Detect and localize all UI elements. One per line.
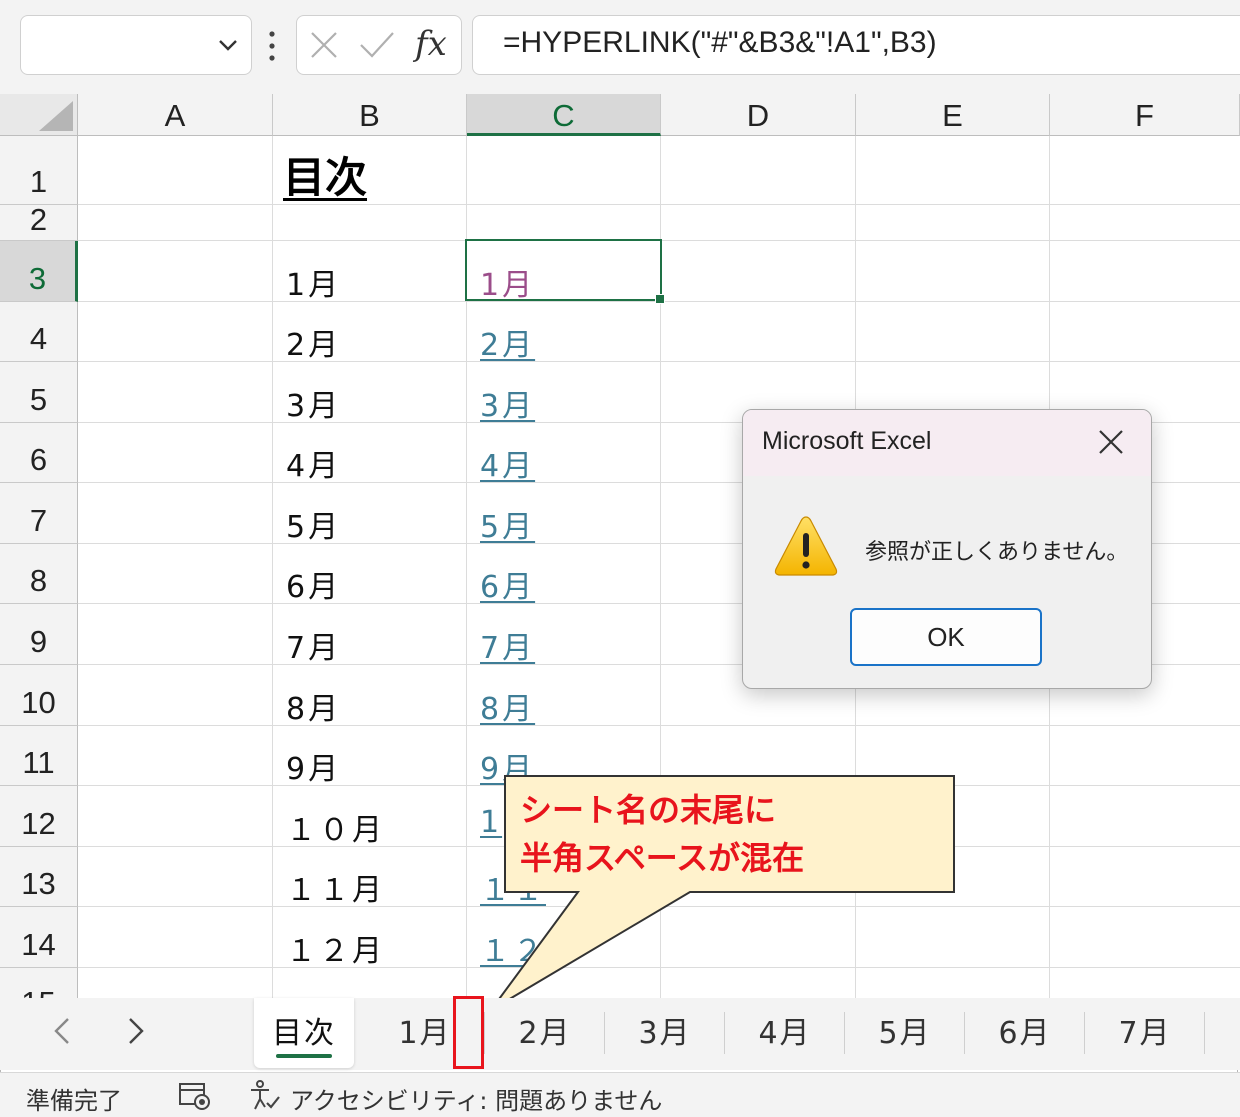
cancel-icon[interactable] [309, 30, 339, 60]
callout-line-2: 半角スペースが混在 [520, 839, 805, 877]
sheet-tabs-bar: 目次 1月 2月 3月 4月 5月 6月 7月 [0, 998, 1240, 1070]
row-header-10[interactable]: 10 [0, 665, 78, 726]
status-bar: 準備完了 アクセシビリティ: 問題ありません [0, 1072, 1240, 1117]
formula-text: =HYPERLINK("#"&B3&"!A1",B3) [503, 26, 937, 59]
hyperlink-c8[interactable]: 6月 [480, 562, 535, 606]
fill-handle[interactable] [655, 294, 665, 304]
dialog-message: 参照が正しくありません。 [865, 540, 1129, 565]
chevron-down-icon[interactable] [217, 34, 239, 56]
tab-separator [604, 1012, 605, 1054]
callout-text: シート名の末尾に 半角スペースが混在 [520, 786, 804, 882]
row-header-6[interactable]: 6 [0, 423, 78, 483]
active-tab-indicator [276, 1054, 332, 1058]
sheet-tab-feb[interactable]: 2月 [486, 998, 604, 1068]
tab-separator [1204, 1012, 1205, 1054]
hyperlink-c7[interactable]: 5月 [480, 502, 535, 546]
sheet-tab-jun[interactable]: 6月 [966, 998, 1084, 1068]
hyperlink-c5[interactable]: 3月 [480, 381, 535, 425]
sheet-tab-jul[interactable]: 7月 [1086, 998, 1204, 1068]
row-header-5[interactable]: 5 [0, 362, 78, 423]
gridline [78, 204, 1240, 205]
hyperlink-c9[interactable]: 7月 [480, 623, 535, 667]
close-icon[interactable] [1097, 428, 1125, 456]
row-header-15[interactable]: 15 [0, 968, 78, 998]
row-header-2[interactable]: 2 [0, 202, 78, 241]
trailing-space-highlight [453, 996, 484, 1069]
row-header-14[interactable]: 14 [0, 907, 78, 968]
gridline [272, 136, 273, 998]
cell-b5[interactable]: 3月 [286, 381, 341, 425]
cell-b7[interactable]: 5月 [286, 502, 341, 546]
warning-icon [774, 516, 838, 576]
cell-b10[interactable]: 8月 [286, 684, 341, 728]
error-dialog: Microsoft Excel 参照が正しくありません。 OK [742, 409, 1152, 689]
hyperlink-c11[interactable]: 9月 [480, 744, 535, 788]
gridline [78, 361, 1240, 362]
callout-line-1: シート名の末尾に [520, 791, 777, 829]
sheet-tab-may[interactable]: 5月 [846, 998, 964, 1068]
row-header-9[interactable]: 9 [0, 604, 78, 665]
row-header-1[interactable]: 1 [0, 136, 78, 205]
chevron-right-icon[interactable] [126, 1016, 146, 1046]
sheet-tab-toc[interactable]: 目次 [254, 998, 354, 1068]
tab-separator [484, 1012, 485, 1054]
tab-separator [964, 1012, 965, 1054]
formula-input[interactable]: =HYPERLINK("#"&B3&"!A1",B3) [472, 15, 1240, 75]
select-all-corner[interactable] [0, 94, 78, 136]
row-header-11[interactable]: 11 [0, 726, 78, 786]
row-header-8[interactable]: 8 [0, 544, 78, 604]
cell-b9[interactable]: 7月 [286, 623, 341, 667]
row-header-7[interactable]: 7 [0, 483, 78, 544]
cell-b11[interactable]: 9月 [286, 744, 341, 788]
macro-recording-icon[interactable] [178, 1081, 212, 1111]
cell-b6[interactable]: 4月 [286, 441, 341, 485]
dialog-title: Microsoft Excel [762, 427, 932, 455]
column-header-d[interactable]: D [661, 94, 856, 136]
chevron-left-icon[interactable] [52, 1016, 72, 1046]
toc-title-cell[interactable]: 目次 [283, 144, 367, 205]
tab-separator [844, 1012, 845, 1054]
row-header-3[interactable]: 3 [0, 241, 78, 302]
cell-b12[interactable]: １０月 [286, 805, 385, 849]
column-header-b[interactable]: B [273, 94, 467, 136]
formula-bar: fx =HYPERLINK("#"&B3&"!A1",B3) [0, 0, 1240, 94]
gridline [78, 906, 1240, 907]
ok-button[interactable]: OK [850, 608, 1042, 666]
accessibility-icon[interactable] [248, 1079, 282, 1113]
insert-function-button[interactable]: fx [415, 24, 447, 64]
hyperlink-c6[interactable]: 4月 [480, 441, 535, 485]
cell-b14[interactable]: １２月 [286, 926, 385, 970]
hyperlink-c10[interactable]: 8月 [480, 684, 535, 728]
column-header-e[interactable]: E [856, 94, 1050, 136]
sheet-tab-mar[interactable]: 3月 [606, 998, 724, 1068]
sheet-tab-apr[interactable]: 4月 [726, 998, 844, 1068]
cell-b13[interactable]: １１月 [286, 865, 385, 909]
column-header-a[interactable]: A [78, 94, 273, 136]
column-header-c[interactable]: C [467, 94, 661, 136]
cell-b4[interactable]: 2月 [286, 320, 341, 364]
hyperlink-c14[interactable]: １２ [480, 926, 546, 970]
tab-separator [1084, 1012, 1085, 1054]
row-header-4[interactable]: 4 [0, 302, 78, 362]
status-ready: 準備完了 [26, 1087, 122, 1115]
row-header-13[interactable]: 13 [0, 847, 78, 907]
tab-separator [724, 1012, 725, 1054]
hyperlink-c4[interactable]: 2月 [480, 320, 535, 364]
hyperlink-c12[interactable]: 1 [480, 805, 502, 840]
status-accessibility[interactable]: アクセシビリティ: 問題ありません [290, 1081, 662, 1116]
gridline [78, 967, 1240, 968]
name-box[interactable] [20, 15, 252, 75]
row-header-12[interactable]: 12 [0, 786, 78, 847]
cell-b8[interactable]: 6月 [286, 562, 341, 606]
gridline [78, 725, 1240, 726]
more-options-icon[interactable] [266, 30, 278, 64]
column-header-f[interactable]: F [1050, 94, 1240, 136]
formula-buttons: fx [296, 15, 462, 75]
dialog-titlebar: Microsoft Excel [743, 410, 1151, 476]
enter-check-icon[interactable] [359, 30, 395, 60]
active-cell-c3[interactable] [465, 239, 665, 304]
select-all-triangle-icon [39, 101, 73, 131]
cell-b3[interactable]: 1月 [286, 260, 341, 304]
